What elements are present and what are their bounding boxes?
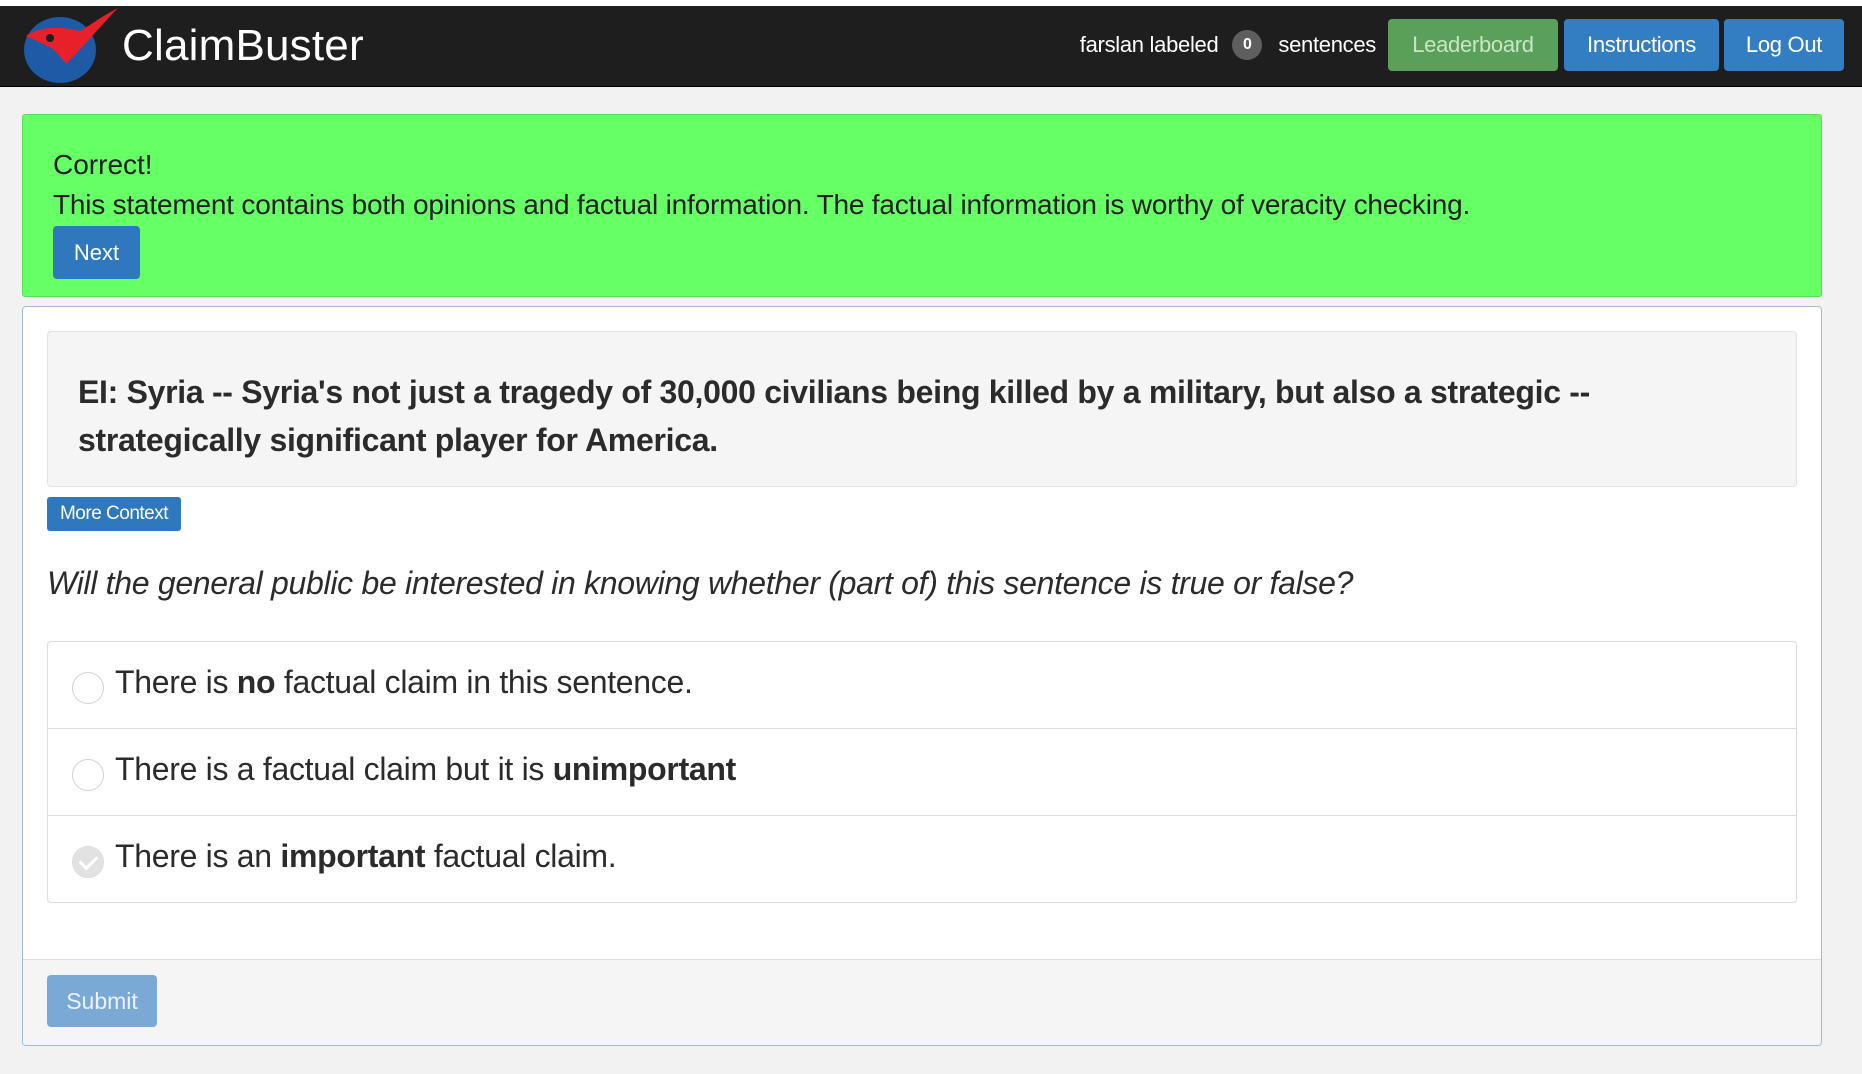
submit-button[interactable]: Submit (47, 975, 157, 1027)
alert-title: Correct! (53, 149, 153, 180)
navbar: ClaimBuster farslan labeled 0 sentences … (0, 6, 1862, 87)
sentence-text: EI: Syria -- Syria's not just a tragedy … (78, 374, 1590, 458)
option-no-claim[interactable]: There is no factual claim in this senten… (48, 642, 1796, 729)
option-unimportant-claim[interactable]: There is a factual claim but it is unimp… (48, 729, 1796, 816)
radio-unimportant-claim[interactable] (72, 759, 104, 791)
alert-message: This statement contains both opinions an… (53, 189, 1471, 220)
radio-no-claim[interactable] (72, 672, 104, 704)
instructions-button[interactable]: Instructions (1564, 19, 1719, 71)
radio-important-claim-checked[interactable] (72, 846, 104, 878)
labeled-count-badge: 0 (1232, 30, 1263, 60)
option-label: There is a factual claim but it is unimp… (115, 751, 737, 787)
claimbuster-logo-icon (24, 8, 118, 83)
labeling-panel: EI: Syria -- Syria's not just a tragedy … (22, 306, 1822, 1046)
username-text: farslan labeled (1079, 32, 1219, 57)
brand[interactable]: ClaimBuster (20, 6, 364, 86)
more-context-button[interactable]: More Context (47, 497, 181, 531)
sentences-text: sentences (1278, 32, 1376, 57)
option-important-claim[interactable]: There is an important factual claim. (48, 816, 1796, 903)
options-list: There is no factual claim in this senten… (47, 641, 1797, 903)
option-label: There is no factual claim in this senten… (115, 664, 693, 700)
next-button[interactable]: Next (53, 226, 140, 279)
panel-footer: Submit (23, 959, 1821, 1045)
question-text: Will the general public be interested in… (47, 565, 1354, 601)
brand-name: ClaimBuster (122, 21, 364, 70)
option-label: There is an important factual claim. (115, 838, 617, 874)
nav-right: farslan labeled 0 sentences Leaderboard … (1080, 19, 1844, 71)
logout-button[interactable]: Log Out (1724, 19, 1844, 71)
leaderboard-button[interactable]: Leaderboard (1388, 19, 1558, 71)
result-alert: Correct! This statement contains both op… (22, 114, 1822, 297)
sentence-box: EI: Syria -- Syria's not just a tragedy … (47, 331, 1797, 487)
